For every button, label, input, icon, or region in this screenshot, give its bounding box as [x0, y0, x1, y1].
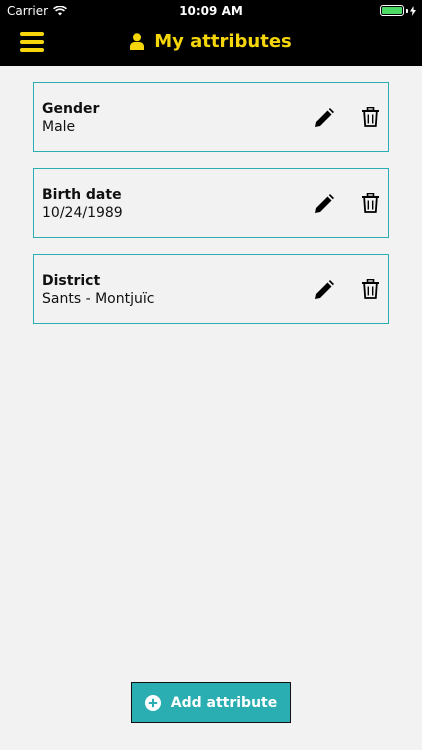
attribute-value: Sants - Montjuïc — [42, 291, 155, 307]
battery-indicator — [380, 5, 416, 16]
attribute-label: District — [42, 273, 101, 289]
pencil-icon[interactable] — [314, 278, 334, 300]
trash-icon[interactable] — [360, 192, 380, 214]
page-title-text: My attributes — [154, 31, 292, 52]
attribute-list: Gender Male Birth date 10/24/1989 Distri… — [33, 82, 389, 340]
pencil-icon[interactable] — [314, 192, 334, 214]
trash-icon[interactable] — [360, 106, 380, 128]
attribute-label: Birth date — [42, 187, 122, 203]
charging-bolt-icon — [410, 5, 416, 16]
app-root: Carrier 10:09 AM My attributes Gender Ma… — [0, 0, 422, 750]
page-title: My attributes — [0, 31, 422, 52]
add-attribute-label: Add attribute — [170, 694, 278, 711]
trash-icon[interactable] — [360, 278, 380, 300]
attribute-label: Gender — [42, 101, 100, 117]
attribute-value: Male — [42, 119, 76, 135]
attribute-card-district: District Sants - Montjuïc — [33, 254, 389, 324]
user-icon — [130, 33, 145, 50]
pencil-icon[interactable] — [314, 106, 334, 128]
navigation-bar: My attributes — [0, 22, 422, 66]
status-time: 10:09 AM — [179, 4, 243, 18]
attribute-value: 10/24/1989 — [42, 205, 123, 221]
attribute-card-gender: Gender Male — [33, 82, 389, 152]
plus-circle-icon — [144, 694, 161, 711]
status-bar: Carrier 10:09 AM — [0, 0, 422, 22]
add-attribute-button[interactable]: Add attribute — [131, 682, 291, 723]
battery-icon — [380, 5, 404, 16]
attribute-card-birth-date: Birth date 10/24/1989 — [33, 168, 389, 238]
header: Carrier 10:09 AM My attributes — [0, 0, 422, 66]
